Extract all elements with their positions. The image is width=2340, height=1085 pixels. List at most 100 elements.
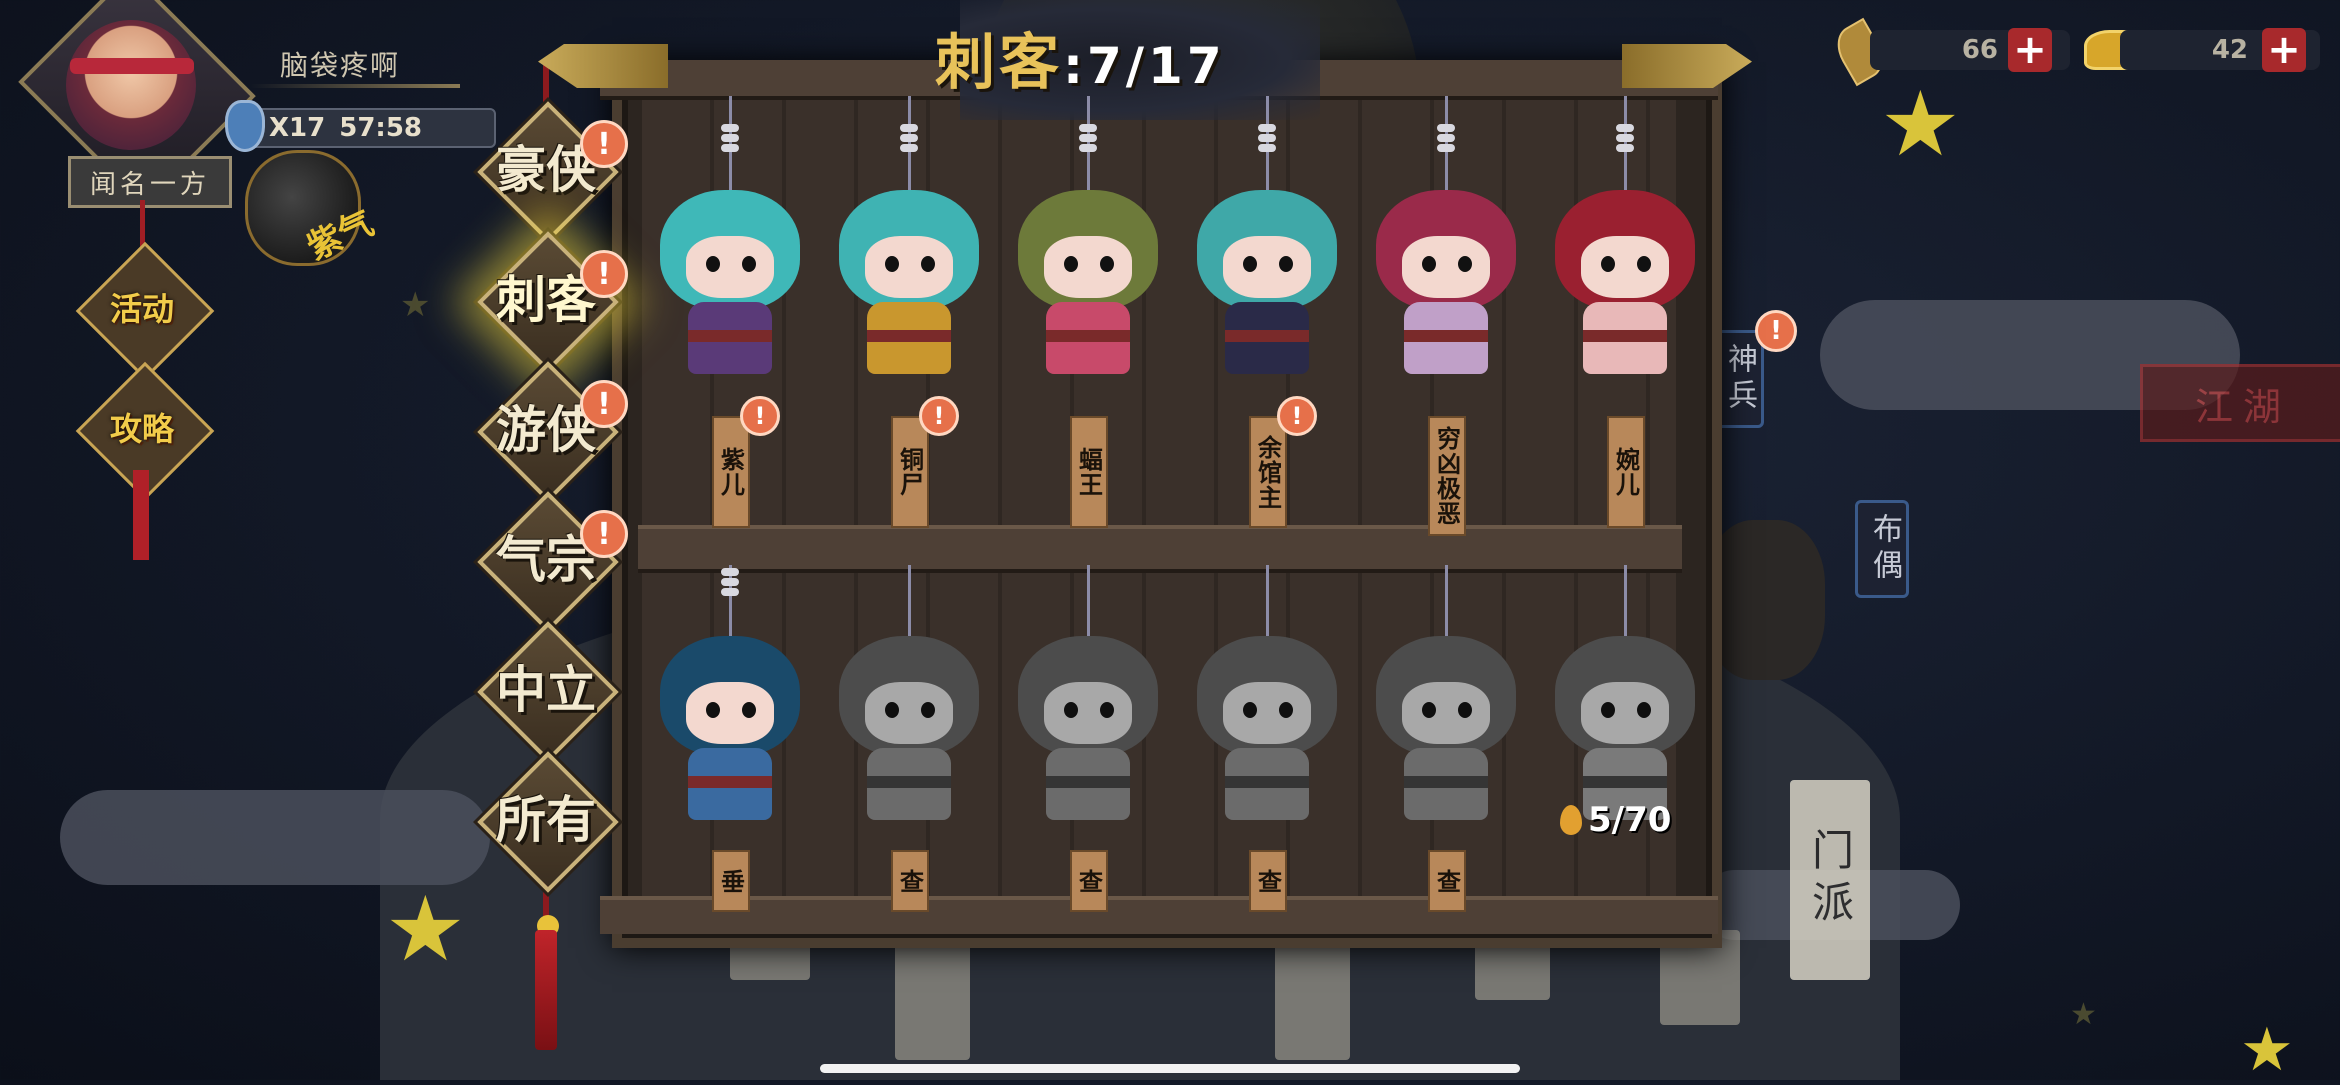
character-nameplate[interactable]: 查: [1070, 850, 1108, 912]
character-eye: [1458, 256, 1472, 272]
character-eye: [1100, 256, 1114, 272]
character-figure[interactable]: [650, 636, 810, 836]
character-eye: [1422, 256, 1436, 272]
ingot-currency-value: 42: [2211, 35, 2248, 65]
tassel-decoration: [133, 470, 149, 560]
character-nameplate[interactable]: 婉儿: [1607, 416, 1645, 528]
menpai-button[interactable]: 门派: [1790, 780, 1870, 980]
character-nameplate[interactable]: 查: [1428, 850, 1466, 912]
star-decoration: ★: [385, 877, 466, 982]
character-eye: [1279, 702, 1293, 718]
flame-icon: [1560, 805, 1582, 835]
character-eye: [921, 256, 935, 272]
star-decoration: ★: [2240, 1015, 2294, 1085]
alert-icon: !: [740, 396, 780, 436]
character-face: [1402, 236, 1490, 298]
character-face: [865, 236, 953, 298]
energy-bar[interactable]: X17 57:58: [245, 108, 496, 148]
guide-button[interactable]: 攻略: [82, 404, 202, 450]
character-face: [1581, 236, 1669, 298]
character-figure[interactable]: [1008, 190, 1168, 390]
character-eye: [1243, 256, 1257, 272]
character-figure[interactable]: [829, 190, 989, 390]
character-eye: [1601, 702, 1615, 718]
bead-decoration: [1616, 122, 1634, 154]
timer-value: 57:58: [339, 113, 422, 143]
alert-icon: !: [580, 250, 628, 298]
page-title: 刺客:7/17: [935, 14, 1226, 101]
tab-buou[interactable]: 布偶: [1855, 500, 1909, 598]
divider: [250, 84, 460, 88]
bead-decoration: [721, 122, 739, 154]
category-tab-label: 中立: [496, 660, 596, 719]
bead-decoration: [1437, 122, 1455, 154]
character-belt: [867, 776, 951, 788]
events-button[interactable]: 活动: [82, 284, 202, 330]
character-face: [1223, 682, 1311, 744]
character-eye: [706, 256, 720, 272]
character-figure[interactable]: [1366, 190, 1526, 390]
corner-ornament: [1622, 44, 1752, 88]
category-tab[interactable]: 中立: [477, 621, 619, 763]
jianghu-button[interactable]: 江湖: [2140, 364, 2340, 442]
character-face: [1402, 682, 1490, 744]
category-tab[interactable]: 所有: [477, 751, 619, 893]
character-figure[interactable]: [1187, 190, 1347, 390]
add-leaf-button[interactable]: +: [2008, 27, 2052, 73]
character-face: [865, 682, 953, 744]
character-face: [686, 682, 774, 744]
character-eye: [921, 702, 935, 718]
character-eye: [742, 702, 756, 718]
character-eye: [706, 702, 720, 718]
character-nameplate[interactable]: 垂: [712, 850, 750, 912]
character-eye: [1637, 702, 1651, 718]
character-face: [1044, 682, 1132, 744]
avatar[interactable]: [66, 20, 196, 150]
character-belt: [1404, 330, 1488, 342]
add-ingot-button[interactable]: +: [2262, 27, 2306, 73]
character-face: [1223, 236, 1311, 298]
character-eye: [1637, 256, 1651, 272]
collection-count: 7/17: [1087, 37, 1226, 95]
character-eye: [885, 256, 899, 272]
character-belt: [1583, 330, 1667, 342]
alert-icon: !: [1755, 310, 1797, 352]
character-belt: [1046, 776, 1130, 788]
character-eye: [1279, 256, 1293, 272]
multiplier-value: X17: [269, 113, 326, 143]
star-decoration: ★: [1880, 72, 1961, 177]
potion-icon: [225, 100, 265, 152]
tassel-decoration: [535, 930, 557, 1050]
character-nameplate[interactable]: 紫儿: [712, 416, 750, 528]
character-belt: [1225, 776, 1309, 788]
character-figure[interactable]: [829, 636, 989, 836]
character-figure[interactable]: [1187, 636, 1347, 836]
character-eye: [1601, 256, 1615, 272]
star-decoration: ★: [2070, 997, 2097, 1032]
character-nameplate[interactable]: 铜尸: [891, 416, 929, 528]
character-eye: [1422, 702, 1436, 718]
character-figure[interactable]: [650, 190, 810, 390]
character-nameplate[interactable]: 穷凶极恶: [1428, 416, 1466, 536]
character-nameplate[interactable]: 查: [891, 850, 929, 912]
character-figure[interactable]: [1366, 636, 1526, 836]
character-face: [1581, 682, 1669, 744]
character-nameplate[interactable]: 查: [1249, 850, 1287, 912]
alert-icon: !: [580, 380, 628, 428]
character-belt: [688, 776, 772, 788]
character-eye: [885, 702, 899, 718]
home-indicator[interactable]: [820, 1064, 1520, 1073]
bead-decoration: [1079, 122, 1097, 154]
unlock-cost-value: 5/70: [1588, 800, 1672, 840]
unlock-cost: 5/70: [1560, 800, 1671, 840]
title-separator: :: [1063, 37, 1087, 95]
character-belt: [1046, 330, 1130, 342]
bead-decoration: [721, 566, 739, 598]
character-face: [686, 236, 774, 298]
character-figure[interactable]: [1545, 190, 1705, 390]
character-figure[interactable]: [1008, 636, 1168, 836]
character-nameplate[interactable]: 余馆主: [1249, 416, 1287, 528]
avatar-headband: [70, 58, 194, 74]
character-eye: [1064, 256, 1078, 272]
character-nameplate[interactable]: 蝠王: [1070, 416, 1108, 528]
